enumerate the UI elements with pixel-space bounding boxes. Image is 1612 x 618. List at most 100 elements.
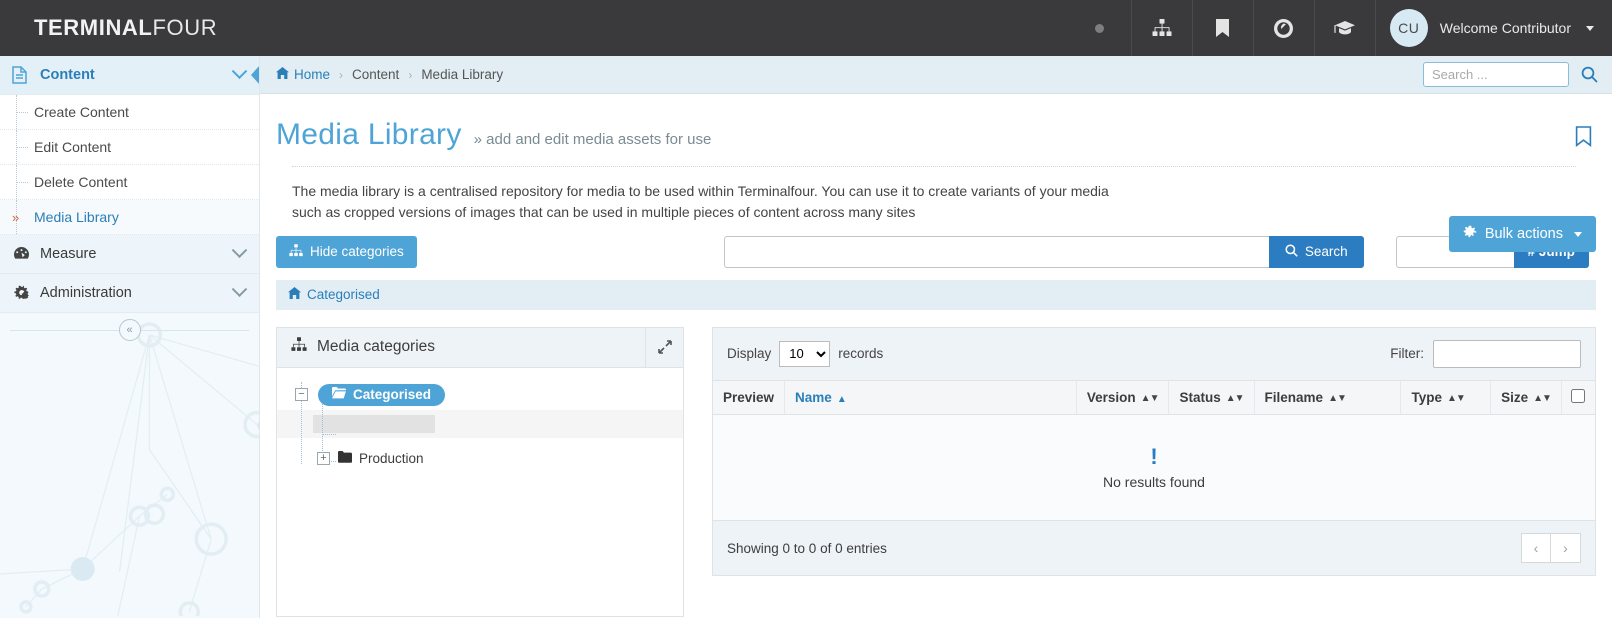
breadcrumb-home-label: Home bbox=[294, 67, 331, 82]
sidebar-item-media-library[interactable]: » Media Library bbox=[0, 200, 259, 235]
expand-node-icon[interactable]: + bbox=[317, 452, 330, 466]
gear-icon bbox=[1463, 225, 1477, 243]
collapse-node-icon[interactable]: − bbox=[295, 388, 308, 402]
pagination-next-button[interactable]: › bbox=[1551, 533, 1581, 564]
training-cap-icon[interactable] bbox=[1313, 0, 1375, 56]
column-header-select-all[interactable] bbox=[1561, 380, 1595, 416]
sidebar-item-label: Media Library bbox=[34, 209, 119, 225]
top-bar: TERMINAL FOUR CU Welcome Contributor bbox=[0, 0, 1612, 56]
sidebar-item-edit-content[interactable]: Edit Content bbox=[0, 130, 259, 165]
hide-categories-button[interactable]: Hide categories bbox=[276, 235, 417, 268]
breadcrumb-item-content[interactable]: Content bbox=[352, 67, 399, 82]
sidebar-item-label: Delete Content bbox=[34, 174, 128, 190]
media-categories-panel: Media categories − Categorised + Product… bbox=[276, 326, 684, 617]
sidebar-group-administration[interactable]: Administration bbox=[0, 274, 259, 313]
media-search-button-label: Search bbox=[1304, 244, 1348, 260]
category-path-label[interactable]: Categorised bbox=[307, 287, 380, 302]
display-records-control: Display 10 25 50 100 records bbox=[727, 340, 883, 367]
exclamation-icon: ! bbox=[1150, 443, 1158, 469]
chevron-down-icon bbox=[1574, 231, 1582, 237]
search-icon bbox=[1285, 243, 1298, 260]
column-header-status[interactable]: Status ▲▼ bbox=[1168, 380, 1255, 416]
expand-panel-icon[interactable] bbox=[645, 327, 683, 367]
sitemap-icon[interactable] bbox=[1130, 0, 1192, 56]
tree-node-production[interactable]: Production bbox=[338, 451, 424, 466]
sort-icon: ▲▼ bbox=[1225, 392, 1245, 404]
tree-stub bbox=[16, 147, 28, 148]
sidebar-item-delete-content[interactable]: Delete Content bbox=[0, 165, 259, 200]
chevron-down-icon bbox=[1586, 25, 1594, 31]
breadcrumb-separator: › bbox=[408, 67, 413, 82]
media-search-group: Search bbox=[723, 235, 1364, 268]
table-footer: Showing 0 to 0 of 0 entries ‹ › bbox=[713, 521, 1595, 576]
sidebar-item-label: Create Content bbox=[34, 104, 129, 120]
sidebar-divider: « bbox=[0, 313, 259, 347]
chevron-down-icon bbox=[231, 241, 248, 258]
user-menu-label: Welcome Contributor bbox=[1439, 20, 1571, 36]
sort-icon: ▲▼ bbox=[1140, 392, 1160, 404]
app-logo[interactable]: TERMINAL FOUR bbox=[0, 0, 217, 56]
empty-state: ! No results found bbox=[713, 414, 1595, 522]
records-per-page-select[interactable]: 10 25 50 100 bbox=[779, 340, 831, 367]
sidebar-group-measure[interactable]: Measure bbox=[0, 235, 259, 274]
sort-icon: ▲▼ bbox=[1446, 392, 1466, 404]
sidebar-group-label: Administration bbox=[40, 285, 132, 301]
page-title-row: Media Library » add and edit media asset… bbox=[276, 118, 1592, 152]
column-header-name[interactable]: Name ▲ bbox=[784, 380, 1077, 416]
avatar: CU bbox=[1389, 9, 1428, 47]
folder-icon bbox=[338, 451, 352, 466]
sidebar-group-label: Measure bbox=[40, 246, 97, 262]
main-content: Home › Content › Media Library Media Lib… bbox=[260, 56, 1612, 618]
pagination: ‹ › bbox=[1521, 533, 1581, 564]
media-table-head: Preview Name ▲ Version ▲▼ Status ▲▼ File… bbox=[713, 380, 1595, 416]
sidebar-group-content[interactable]: Content bbox=[0, 56, 259, 95]
help-globe-icon[interactable] bbox=[1252, 0, 1314, 56]
gears-icon bbox=[12, 284, 40, 303]
column-header-size[interactable]: Size ▲▼ bbox=[1490, 380, 1562, 416]
sitemap-icon bbox=[291, 337, 307, 357]
tree-loading-placeholder bbox=[313, 414, 435, 433]
column-header-version[interactable]: Version ▲▼ bbox=[1076, 380, 1170, 416]
tree-node-label: Categorised bbox=[353, 387, 432, 403]
chevron-down-icon bbox=[231, 280, 248, 297]
search-input[interactable] bbox=[1423, 62, 1569, 87]
sidebar-collapse-button[interactable]: « bbox=[118, 319, 141, 341]
user-menu[interactable]: CU Welcome Contributor bbox=[1374, 0, 1612, 56]
logo-bold-part: TERMINAL bbox=[34, 15, 153, 40]
filter-input[interactable] bbox=[1433, 339, 1581, 368]
sidebar-item-create-content[interactable]: Create Content bbox=[0, 95, 259, 130]
column-label: Preview bbox=[723, 389, 775, 405]
column-header-preview[interactable]: Preview bbox=[713, 380, 786, 416]
media-table-body: ! No results found bbox=[713, 414, 1595, 522]
column-header-type[interactable]: Type ▲▼ bbox=[1400, 380, 1492, 416]
page-header: Media Library » add and edit media asset… bbox=[260, 94, 1612, 252]
column-label: Filename bbox=[1264, 389, 1324, 405]
pagination-previous-button[interactable]: ‹ bbox=[1521, 533, 1551, 564]
column-label: Status bbox=[1179, 389, 1221, 405]
media-search-button[interactable]: Search bbox=[1268, 235, 1364, 268]
status-dot-icon bbox=[1069, 0, 1131, 56]
sidebar-group-label: Content bbox=[40, 67, 95, 83]
tree-loading-row bbox=[277, 409, 683, 438]
sidebar-item-label: Edit Content bbox=[34, 139, 112, 155]
tree-node-categorised[interactable]: Categorised bbox=[318, 383, 446, 406]
bulk-actions-label: Bulk actions bbox=[1484, 226, 1563, 242]
search-icon[interactable] bbox=[1581, 66, 1598, 83]
home-icon bbox=[288, 287, 301, 302]
media-table-panel: Display 10 25 50 100 records Filter: bbox=[712, 326, 1596, 577]
media-search-input[interactable] bbox=[723, 235, 1269, 268]
bulk-actions-button[interactable]: Bulk actions bbox=[1448, 216, 1596, 252]
media-table: Preview Name ▲ Version ▲▼ Status ▲▼ File… bbox=[713, 380, 1595, 522]
column-header-filename[interactable]: Filename ▲▼ bbox=[1254, 380, 1402, 416]
tree-stub bbox=[16, 182, 28, 183]
tree-row-categorised: − Categorised bbox=[277, 382, 683, 408]
select-all-checkbox[interactable] bbox=[1571, 388, 1586, 403]
tree-stub bbox=[16, 112, 28, 113]
bookmark-page-icon[interactable] bbox=[1575, 126, 1592, 150]
bookmark-icon[interactable] bbox=[1191, 0, 1253, 56]
empty-state-text: No results found bbox=[1103, 473, 1205, 490]
breadcrumb-home-link[interactable]: Home bbox=[276, 67, 330, 82]
logo-light-part: FOUR bbox=[152, 15, 218, 40]
open-folder-icon bbox=[332, 387, 346, 402]
